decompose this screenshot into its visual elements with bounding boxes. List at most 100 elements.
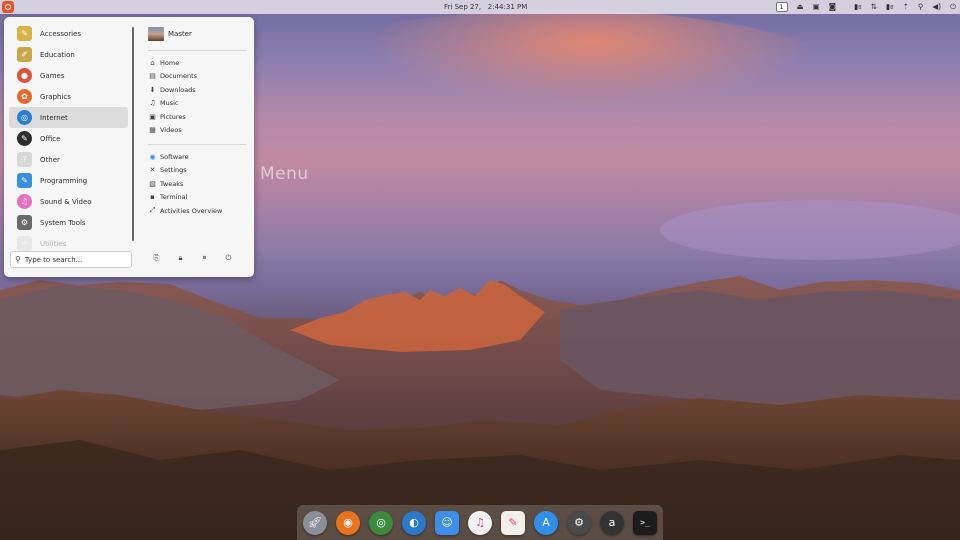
category-item[interactable]: ✎ Accessories [9,23,128,44]
settings-icon: ✕ [149,166,156,175]
category-item[interactable]: ✎ Office [9,128,128,149]
education-icon: ✐ [17,47,32,62]
system-item[interactable]: ◉ Software [148,150,246,164]
category-item[interactable]: ? Other [9,149,128,170]
sound-video-icon: ♫ [17,194,32,209]
desktop-watermark-text: Menu [260,164,309,184]
category-label: Other [40,155,60,164]
category-label: Education [40,50,75,59]
logout-icon[interactable]: ⎘ [152,253,161,262]
category-label: Accessories [40,29,82,38]
settings-dock-icon[interactable]: ⚙ [567,510,591,535]
other-icon: ? [17,152,32,167]
category-item[interactable]: ◎ Internet [9,107,128,128]
lock-icon[interactable]: 🔒︎ [176,253,185,262]
system-label: Tweaks [160,179,184,188]
finder-dock-icon[interactable]: ☺ [435,510,459,535]
category-label: Internet [40,113,68,122]
places-label: Music [160,99,179,108]
category-label: Programming [40,176,88,185]
terminal-dock-icon[interactable]: >_ [633,510,657,535]
category-item[interactable]: ♫ Sound & Video [9,191,128,212]
system-item[interactable]: ▧ Tweaks [148,177,246,191]
places-item[interactable]: ♫ Music [148,97,246,111]
category-item[interactable]: ✂ Utilities [9,233,128,253]
network-icon[interactable]: ⚲ [918,3,924,11]
system-tray: 1 ⏏ ▣ ◙ ▮8 ⇅ ▮8 ⇡ ⚲ ◀) ⏻ [775,1,956,13]
category-item[interactable]: ⚙ System Tools [9,212,128,233]
camera-icon[interactable]: ◙ [829,3,836,11]
network-speed-icon[interactable]: ⇅ [871,3,877,11]
programming-icon: ✎ [17,173,32,188]
internet-icon: ◎ [17,110,32,125]
launchpad-dock-icon[interactable]: 🚀︎ [303,510,327,535]
places-label: Videos [160,126,182,135]
terminal-icon: ▪ [150,193,155,202]
storage-indicator-icon[interactable]: ▮8 [886,3,894,12]
utilities-icon: ✂ [17,236,32,251]
user-name: Master [168,30,192,38]
wifi-icon[interactable]: ⇡ [903,3,909,11]
applications-menu: ✎ Accessories ✐ Education ● Games ✿ Graphics ◎ In… [4,17,254,277]
accessories-icon: ✎ [17,26,32,41]
power-off-icon[interactable]: ⏻ [224,253,233,262]
places-item[interactable]: ▤ Documents [148,70,246,84]
distro-logo-icon [5,4,11,10]
itunes-dock-icon[interactable]: ♫ [468,510,492,535]
category-item[interactable]: ✎ Programming [9,170,128,191]
home-icon: ⌂ [150,58,155,67]
firefox-dock-icon[interactable]: ◉ [336,510,360,535]
music-icon: ♫ [149,99,156,108]
amazon-dock-icon[interactable]: a [600,510,624,535]
games-icon: ● [17,68,32,83]
system-tools-icon: ⚙ [17,215,32,230]
places-label: Home [160,58,180,67]
system-item[interactable]: ▪ Terminal [148,191,246,205]
graphics-icon: ✿ [17,89,32,104]
text-editor-dock-icon[interactable]: ✎ [501,510,525,535]
downloads-icon: ⬇ [149,85,156,94]
clock[interactable]: Fri Sep 27, 2:44:31 PM [444,3,527,11]
avatar [148,27,164,41]
web-browser-dock-icon[interactable]: ◐ [402,510,426,535]
documents-icon: ▤ [149,72,156,81]
divider [148,50,246,51]
search-input[interactable] [24,255,125,264]
system-list: ◉ Software ✕ Settings ▧ Tweaks ▪ Terminal ⤢ Activ… [148,150,246,218]
places-item[interactable]: ⬇ Downloads [148,83,246,97]
places-list: ⌂ Home ▤ Documents ⬇ Downloads ♫ Music ▣ Pictures… [148,56,246,137]
volume-icon[interactable]: ◀) [932,3,941,11]
category-label: System Tools [40,218,86,227]
category-item[interactable]: ✿ Graphics [9,86,128,107]
search-field[interactable]: ⚲ [10,251,132,268]
system-label: Software [160,152,189,161]
system-label: Terminal [160,193,188,202]
places-panel: Master ⌂ Home ▤ Documents ⬇ Downloads ♫ Music ▣ P… [148,25,246,218]
category-item[interactable]: ● Games [9,65,128,86]
category-list: ✎ Accessories ✐ Education ● Games ✿ Graphics ◎ In… [9,23,128,253]
system-item[interactable]: ✕ Settings [148,164,246,178]
places-item[interactable]: ⌂ Home [148,56,246,70]
storage-indicator-label: 8 [890,4,894,11]
category-item[interactable]: ✐ Education [9,44,128,65]
software-icon: ◉ [149,152,156,161]
clipboard-icon[interactable]: ▣ [813,3,820,11]
system-item[interactable]: ⤢ Activities Overview [148,204,246,218]
places-item[interactable]: ▦ Videos [148,124,246,138]
applications-menu-button[interactable] [2,1,14,13]
cpu-indicator-icon[interactable]: ▮8 [854,3,862,12]
workspace-indicator[interactable]: 1 [775,2,788,12]
office-icon: ✎ [17,131,32,146]
chrome-dock-icon[interactable]: ◎ [369,510,393,535]
places-item[interactable]: ▣ Pictures [148,110,246,124]
places-label: Pictures [160,112,186,121]
power-icon[interactable]: ⏻ [950,3,956,11]
app-store-dock-icon[interactable]: A [534,510,558,535]
suspend-icon[interactable]: ⏸ [200,253,209,262]
dock: 🚀︎ ◉ ◎ ◐ ☺ ♫ ✎ A ⚙ a >_ [297,505,663,540]
category-scrollbar[interactable] [132,27,134,241]
tweaks-icon: ▧ [149,179,156,188]
divider [148,144,246,145]
user-button[interactable]: Master [148,25,246,43]
eject-icon[interactable]: ⏏ [797,3,804,11]
